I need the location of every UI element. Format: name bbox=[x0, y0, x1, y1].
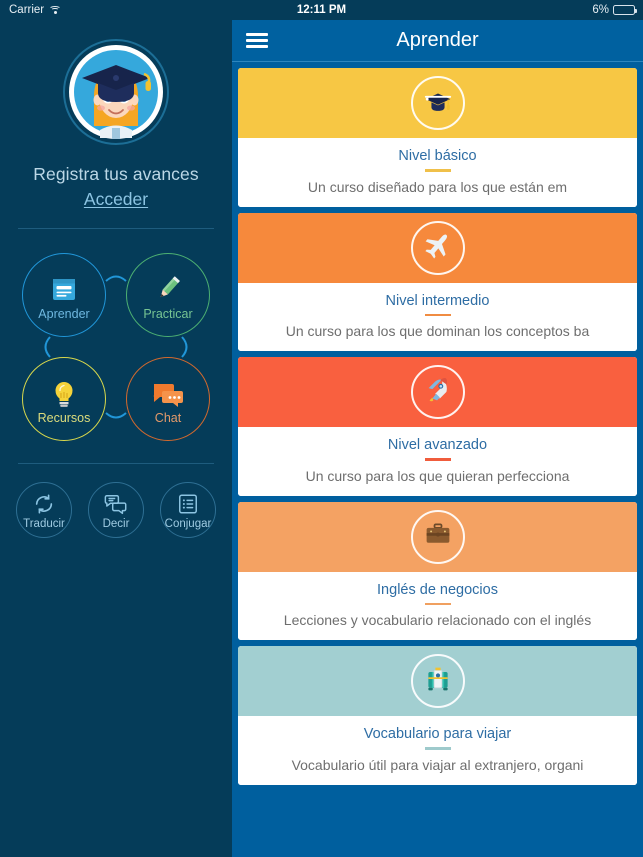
sidebar-item-practicar[interactable]: Practicar bbox=[126, 253, 210, 337]
login-link[interactable]: Acceder bbox=[84, 189, 148, 210]
app-header: Aprender bbox=[232, 20, 643, 62]
course-title-rule bbox=[424, 313, 451, 316]
course-card[interactable]: Nivel intermedio Un curso para los que d… bbox=[238, 212, 637, 351]
course-card-banner bbox=[238, 646, 637, 716]
primary-nav-grid: Aprender Practicar Recursos Chat bbox=[16, 247, 216, 447]
course-title-rule bbox=[424, 169, 451, 172]
course-card-banner bbox=[238, 68, 637, 138]
tool-label: Conjugar bbox=[164, 517, 212, 530]
course-card-body: Vocabulario para viajar Vocabulario útil… bbox=[238, 716, 637, 785]
avatar[interactable] bbox=[60, 34, 172, 146]
content-pane: Aprender Nivel básico Un curso diseñado … bbox=[232, 20, 643, 857]
course-description: Un curso para los que quieran perfeccion… bbox=[305, 467, 570, 484]
course-card[interactable]: Vocabulario para viajar Vocabulario útil… bbox=[238, 646, 637, 785]
tool-label: Decir bbox=[102, 517, 130, 530]
pencil-icon bbox=[152, 269, 184, 305]
sidebar-item-aprender[interactable]: Aprender bbox=[22, 253, 106, 337]
course-card[interactable]: Nivel avanzado Un curso para los que qui… bbox=[238, 357, 637, 496]
course-icon-ring bbox=[410, 220, 465, 275]
course-icon-ring bbox=[410, 76, 465, 130]
book-icon bbox=[49, 269, 79, 305]
airplane-icon bbox=[423, 230, 453, 265]
course-title-rule bbox=[424, 458, 451, 461]
course-description: Vocabulario útil para viajar al extranje… bbox=[291, 756, 584, 773]
briefcase-icon bbox=[424, 520, 452, 553]
course-title: Nivel avanzado bbox=[387, 437, 488, 453]
course-card-body: Nivel avanzado Un curso para los que qui… bbox=[238, 427, 637, 496]
course-card-banner bbox=[238, 212, 637, 283]
course-description: Lecciones y vocabulario relacionado con … bbox=[283, 612, 592, 628]
tool-label: Traducir bbox=[23, 517, 65, 530]
sidebar: Registra tus avances Acceder Aprender Pr… bbox=[0, 20, 232, 857]
sidebar-item-recursos[interactable]: Recursos bbox=[22, 357, 106, 441]
course-card[interactable]: Nivel básico Un curso diseñado para los … bbox=[238, 68, 637, 207]
course-card-body: Nivel básico Un curso diseñado para los … bbox=[238, 138, 637, 207]
graduation-cap-icon bbox=[423, 86, 453, 121]
course-card-banner bbox=[238, 501, 637, 572]
sidebar-item-label: Chat bbox=[154, 411, 182, 425]
tools-row: Traducir Decir Conjugar bbox=[16, 482, 216, 538]
tool-traducir[interactable]: Traducir bbox=[16, 482, 72, 538]
list-icon bbox=[177, 491, 199, 517]
course-title: Nivel intermedio bbox=[385, 292, 490, 309]
chat-bubbles-icon bbox=[152, 373, 184, 409]
lightbulb-icon bbox=[50, 373, 78, 409]
register-progress-text: Registra tus avances bbox=[33, 164, 199, 184]
refresh-cycle-icon bbox=[33, 491, 55, 517]
hamburger-menu-icon[interactable] bbox=[246, 30, 268, 51]
suitcase-icon bbox=[424, 665, 452, 698]
sidebar-item-label: Aprender bbox=[38, 307, 90, 321]
course-title-rule bbox=[424, 602, 451, 605]
course-description: Un curso para los que dominan los concep… bbox=[285, 323, 590, 339]
course-card-body: Inglés de negocios Lecciones y vocabular… bbox=[238, 571, 637, 640]
app-root: Carrier 12:11 PM 6% Registra tus avances… bbox=[0, 0, 643, 857]
speech-bubbles-icon bbox=[104, 491, 128, 517]
status-bar: Carrier 12:11 PM 6% bbox=[0, 0, 643, 20]
status-bar-clock: 12:11 PM bbox=[296, 4, 347, 16]
course-title: Vocabulario para viajar bbox=[363, 726, 512, 742]
course-card-body: Nivel intermedio Un curso para los que d… bbox=[238, 282, 637, 351]
tool-decir[interactable]: Decir bbox=[88, 482, 144, 538]
sidebar-divider-top bbox=[18, 228, 214, 229]
course-card-banner bbox=[238, 357, 637, 427]
course-title: Inglés de negocios bbox=[377, 581, 498, 598]
course-icon-ring bbox=[410, 509, 465, 564]
course-list: Nivel básico Un curso diseñado para los … bbox=[232, 62, 643, 857]
course-icon-ring bbox=[410, 654, 465, 708]
tool-conjugar[interactable]: Conjugar bbox=[160, 482, 216, 538]
course-icon-ring bbox=[410, 365, 465, 419]
battery-icon bbox=[613, 4, 638, 16]
rocket-icon bbox=[423, 375, 453, 410]
course-card[interactable]: Inglés de negocios Lecciones y vocabular… bbox=[238, 501, 637, 640]
course-description: Un curso diseñado para los que están em bbox=[307, 178, 568, 195]
sidebar-item-label: Recursos bbox=[37, 411, 91, 425]
course-title: Nivel básico bbox=[398, 148, 477, 164]
sidebar-item-label: Practicar bbox=[143, 307, 193, 321]
sidebar-divider-bottom bbox=[18, 463, 214, 464]
main-split: Registra tus avances Acceder Aprender Pr… bbox=[0, 20, 643, 857]
sidebar-item-chat[interactable]: Chat bbox=[126, 357, 210, 441]
page-title: Aprender bbox=[396, 29, 479, 51]
course-title-rule bbox=[424, 747, 451, 750]
